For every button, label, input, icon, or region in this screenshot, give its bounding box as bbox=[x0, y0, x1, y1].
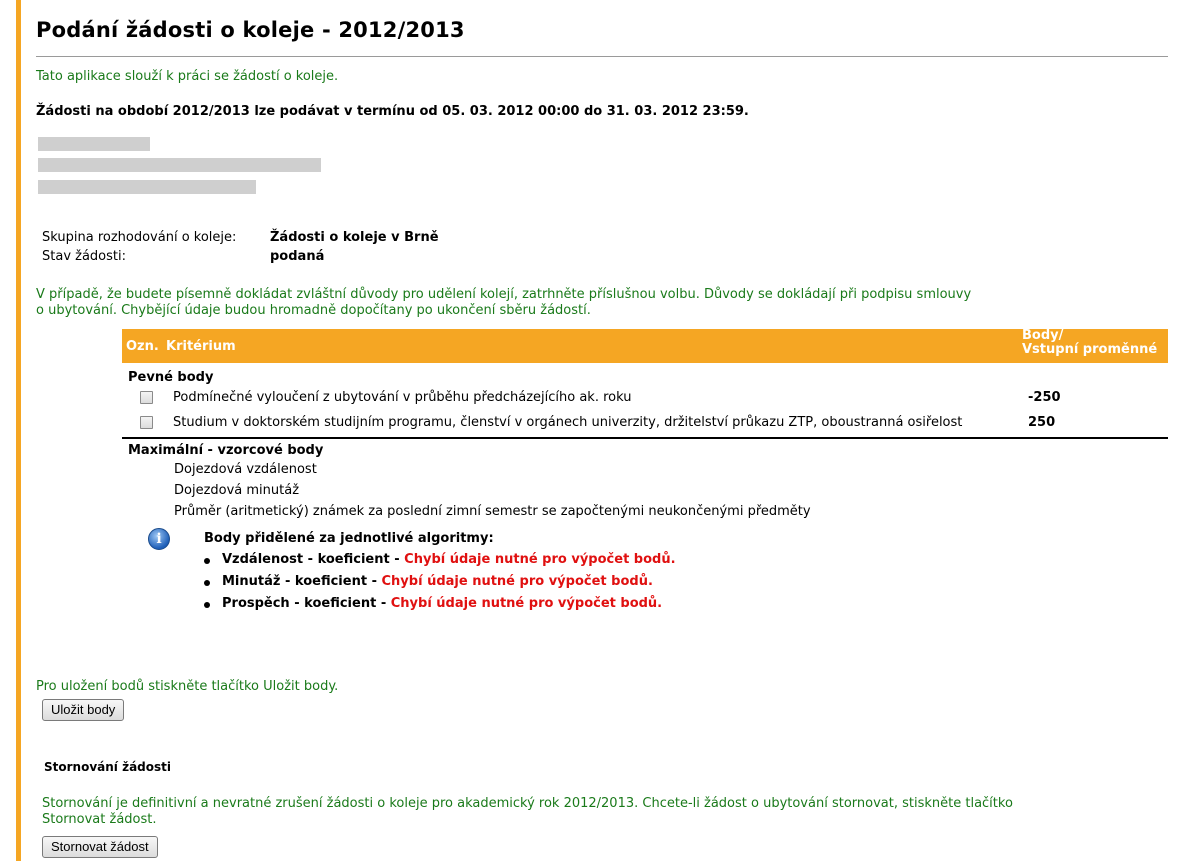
col-criterion-header: Kritérium bbox=[166, 339, 236, 354]
algo-row: Prospěch - koeficient - Chybí údaje nutn… bbox=[222, 596, 663, 611]
algo-heading: Body přidělené za jednotlivé algoritmy: bbox=[204, 531, 494, 546]
col-ozn-header: Ozn. bbox=[126, 339, 159, 354]
info-icon: i bbox=[148, 528, 170, 550]
intro-text: Tato aplikace slouží k práci se žádostí … bbox=[36, 69, 339, 84]
cancel-heading: Stornování žádosti bbox=[44, 760, 171, 774]
page-title: Podání žádosti o koleje - 2012/2013 bbox=[36, 18, 465, 42]
algo-name: Prospěch bbox=[222, 596, 290, 611]
algo-name: Minutáž bbox=[222, 574, 281, 589]
col-points-header-line-1: Body/ bbox=[1022, 328, 1064, 343]
cancel-text-1: Stornování je definitivní a nevratné zru… bbox=[42, 796, 1013, 811]
cancel-application-button[interactable]: Stornovat žádost bbox=[42, 836, 158, 858]
status-value: podaná bbox=[270, 249, 325, 264]
bullet-icon bbox=[204, 580, 210, 586]
max-criterion-label: Dojezdová vzdálenost bbox=[174, 462, 317, 477]
max-criterion-label: Průměr (aritmetický) známek za poslední … bbox=[174, 504, 811, 519]
deadline-text: Žádosti na období 2012/2013 lze podávat … bbox=[36, 104, 749, 119]
algo-row: Vzdálenost - koeficient - Chybí údaje nu… bbox=[222, 552, 676, 567]
algo-coef: koeficient bbox=[294, 574, 368, 589]
fixed-points-heading: Pevné body bbox=[128, 370, 214, 385]
max-criterion-label: Dojezdová minutáž bbox=[174, 483, 300, 498]
group-label: Skupina rozhodování o koleje: bbox=[42, 230, 237, 245]
redacted-block bbox=[38, 180, 256, 194]
algo-error: Chybí údaje nutné pro výpočet bodů. bbox=[381, 574, 653, 589]
algo-row: Minutáž - koeficient - Chybí údaje nutné… bbox=[222, 574, 653, 589]
algo-error: Chybí údaje nutné pro výpočet bodů. bbox=[404, 552, 676, 567]
criterion-checkbox[interactable] bbox=[140, 416, 153, 429]
title-divider bbox=[36, 56, 1168, 57]
algo-error: Chybí údaje nutné pro výpočet bodů. bbox=[390, 596, 663, 611]
algo-coef: koeficient bbox=[304, 596, 377, 611]
criterion-points: 250 bbox=[1028, 415, 1056, 430]
criterion-label: Podmínečné vyloučení z ubytování v průbě… bbox=[173, 390, 632, 405]
col-points-header-line-2: Vstupní proměnné bbox=[1022, 342, 1158, 357]
criteria-table-header: Ozn. Kritérium Body/ Vstupní proměnné bbox=[122, 329, 1168, 363]
criterion-points: -250 bbox=[1028, 390, 1061, 405]
bullet-icon bbox=[204, 602, 210, 608]
max-points-heading: Maximální - vzorcové body bbox=[128, 443, 324, 458]
redacted-block bbox=[38, 158, 321, 172]
criterion-checkbox[interactable] bbox=[140, 391, 153, 404]
redacted-block bbox=[38, 137, 150, 151]
algo-coef: koeficient bbox=[317, 552, 390, 567]
accent-left-bar bbox=[16, 0, 21, 861]
criterion-label: Studium v doktorském studijním programu,… bbox=[173, 415, 963, 430]
bullet-icon bbox=[204, 558, 210, 564]
notice-line-1: V případě, že budete písemně dokládat zv… bbox=[36, 287, 972, 302]
save-hint: Pro uložení bodů stiskněte tlačítko Ulož… bbox=[36, 679, 339, 694]
notice-line-2: o ubytování. Chybějící údaje budou hroma… bbox=[36, 303, 591, 318]
cancel-text-2: Stornovat žádost. bbox=[42, 812, 157, 827]
status-label: Stav žádosti: bbox=[42, 249, 126, 264]
group-value: Žádosti o koleje v Brně bbox=[270, 230, 439, 245]
col-points-header: Body/ Vstupní proměnné bbox=[1022, 329, 1157, 357]
algo-name: Vzdálenost bbox=[222, 552, 304, 567]
save-points-button[interactable]: Uložit body bbox=[42, 699, 125, 721]
table-separator bbox=[122, 437, 1168, 439]
